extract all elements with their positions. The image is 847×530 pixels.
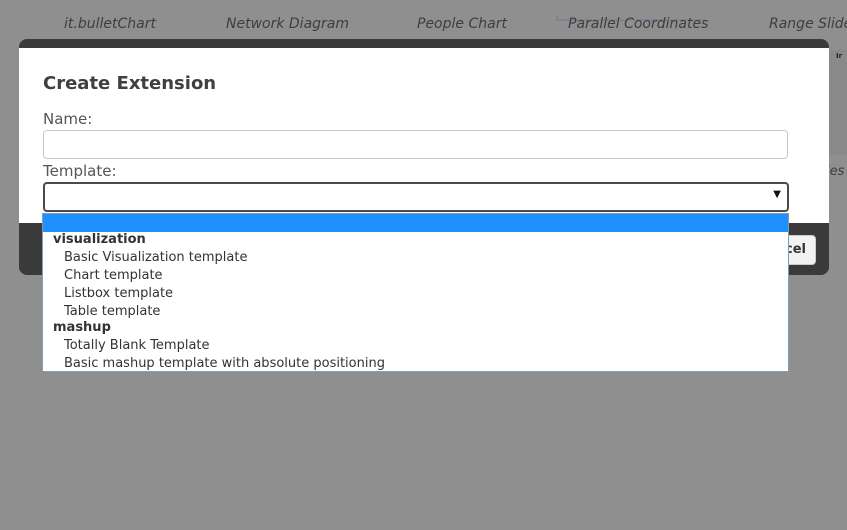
gallery-item-parallel-coordinates[interactable]: Parallel Coordinates bbox=[568, 16, 708, 32]
gallery-item-people-chart[interactable]: People Chart bbox=[417, 16, 507, 32]
optgroup-mashup: mashup bbox=[53, 320, 111, 335]
dropdown-arrow-icon[interactable]: ▼ bbox=[773, 189, 781, 200]
gallery-item-network-diagram[interactable]: Network Diagram bbox=[226, 16, 349, 32]
option-chart-template[interactable]: Chart template bbox=[64, 268, 163, 283]
template-label: Template: bbox=[43, 162, 117, 180]
option-listbox-template[interactable]: Listbox template bbox=[64, 286, 173, 301]
gallery-item-bulletchart[interactable]: it.bulletChart bbox=[64, 16, 156, 32]
option-empty-selected[interactable] bbox=[43, 214, 788, 232]
name-input[interactable] bbox=[43, 130, 788, 159]
template-select[interactable]: ▼ bbox=[43, 182, 789, 212]
dialog-title: Create Extension bbox=[43, 73, 217, 94]
gallery-item-range-slider[interactable]: Range Slider bbox=[769, 16, 847, 32]
name-label: Name: bbox=[43, 110, 93, 128]
gallery-thumbnail: Ir bbox=[828, 50, 847, 155]
option-table-template[interactable]: Table template bbox=[64, 304, 160, 319]
option-basic-mashup-absolute[interactable]: Basic mashup template with absolute posi… bbox=[64, 356, 385, 371]
option-totally-blank[interactable]: Totally Blank Template bbox=[64, 338, 210, 353]
extension-gallery: it.bulletChart Network Diagram People Ch… bbox=[0, 14, 847, 38]
thumbnail-text: Ir bbox=[836, 52, 843, 60]
optgroup-visualization: visualization bbox=[53, 232, 146, 247]
template-options-list[interactable]: visualization Basic Visualization templa… bbox=[42, 213, 789, 372]
option-basic-visualization[interactable]: Basic Visualization template bbox=[64, 250, 247, 265]
